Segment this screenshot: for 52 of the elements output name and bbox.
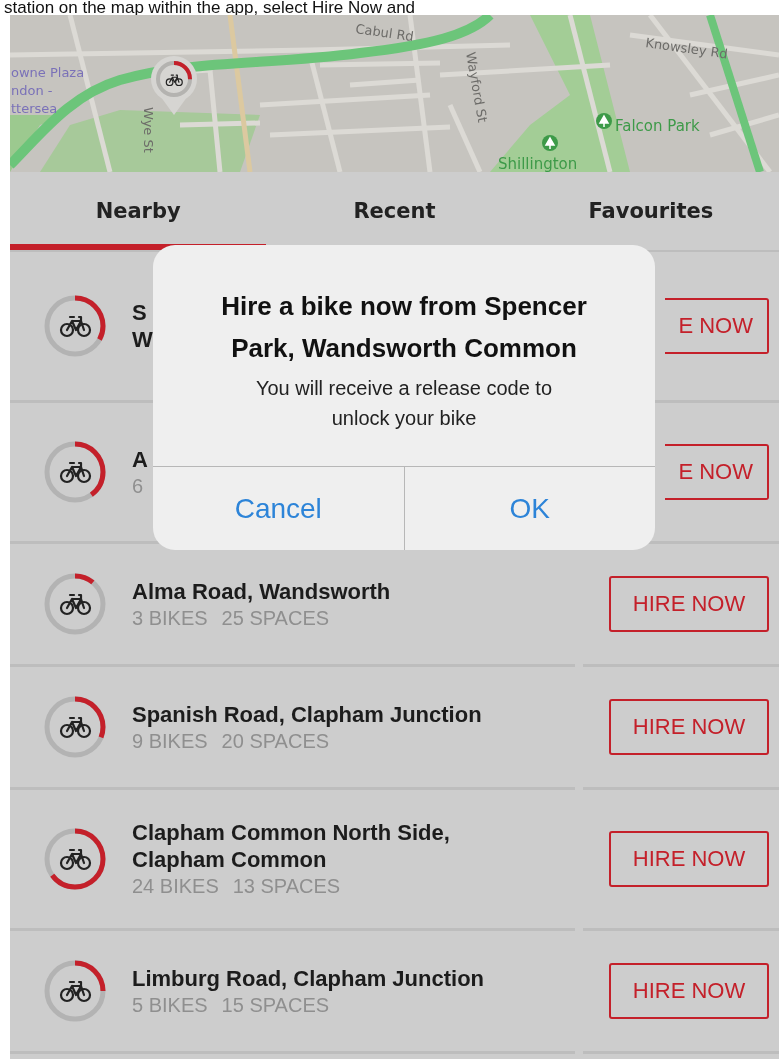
bicycle-icon <box>59 593 92 616</box>
bicycle-icon <box>59 461 92 484</box>
station-name: Alma Road, Wandsworth <box>132 577 391 605</box>
street-label: Knowsley Rd <box>644 35 729 62</box>
ok-button[interactable]: OK <box>403 467 655 550</box>
availability-ring <box>44 960 106 1022</box>
bike-count: 3 BIKES <box>132 605 208 631</box>
hire-now-button[interactable]: E NOW <box>665 444 769 500</box>
space-count: 25 SPACES <box>221 605 330 631</box>
street-label: Cabul Rd <box>354 21 415 45</box>
space-count: 20 SPACES <box>221 728 330 754</box>
availability-ring <box>44 828 106 890</box>
station-name: Limburg Road, Clapham Junction <box>132 964 484 992</box>
hire-now-button[interactable]: HIRE NOW <box>609 831 769 887</box>
park-label: Shillington <box>498 155 578 172</box>
dialog-message: You will receive a release code to unlock your bike <box>254 376 554 431</box>
station-name: W <box>132 326 153 353</box>
availability-ring <box>44 295 106 357</box>
hire-now-button[interactable]: HIRE NOW <box>609 963 769 1019</box>
street-label: Wayford St <box>463 50 491 124</box>
availability-ring <box>44 573 106 635</box>
place-label: ndon - <box>11 83 53 98</box>
bike-count: 5 BIKES <box>132 992 208 1018</box>
tree-icon <box>542 135 558 151</box>
station-name: Clapham Common <box>132 846 328 873</box>
map-pin-icon <box>151 56 197 115</box>
bicycle-icon <box>59 980 92 1003</box>
station-name: S <box>132 299 148 326</box>
bicycle-icon <box>59 315 92 338</box>
park-label: Falcon Park <box>615 117 700 135</box>
availability-ring <box>44 696 106 758</box>
place-label: owne Plaza <box>11 65 85 80</box>
caption-text: station on the map within the app, select Hire Now and <box>3 0 417 15</box>
bicycle-icon <box>59 716 92 739</box>
station-name: Spanish Road, Clapham Junction <box>132 700 482 728</box>
tree-icon <box>596 113 612 129</box>
cancel-button[interactable]: Cancel <box>153 467 404 550</box>
station-name: A <box>132 445 148 473</box>
hire-now-button[interactable]: E NOW <box>665 298 769 354</box>
place-label: ttersea <box>11 101 58 116</box>
space-count: 13 SPACES <box>232 874 341 899</box>
bicycle-icon <box>59 848 92 871</box>
hire-now-button[interactable]: HIRE NOW <box>609 576 769 632</box>
bike-count: 24 BIKES <box>132 874 219 899</box>
dialog-title: Hire a bike now from Spencer Park, Wandsworth Common <box>220 290 588 365</box>
hire-now-button[interactable]: HIRE NOW <box>609 699 769 755</box>
station-name: Clapham Common North Side, <box>132 819 450 846</box>
availability-ring <box>44 441 106 503</box>
bike-count: 9 BIKES <box>132 728 208 754</box>
street-label: Wye St <box>141 107 156 153</box>
bike-count: 6 <box>132 473 144 499</box>
space-count: 15 SPACES <box>221 992 330 1018</box>
